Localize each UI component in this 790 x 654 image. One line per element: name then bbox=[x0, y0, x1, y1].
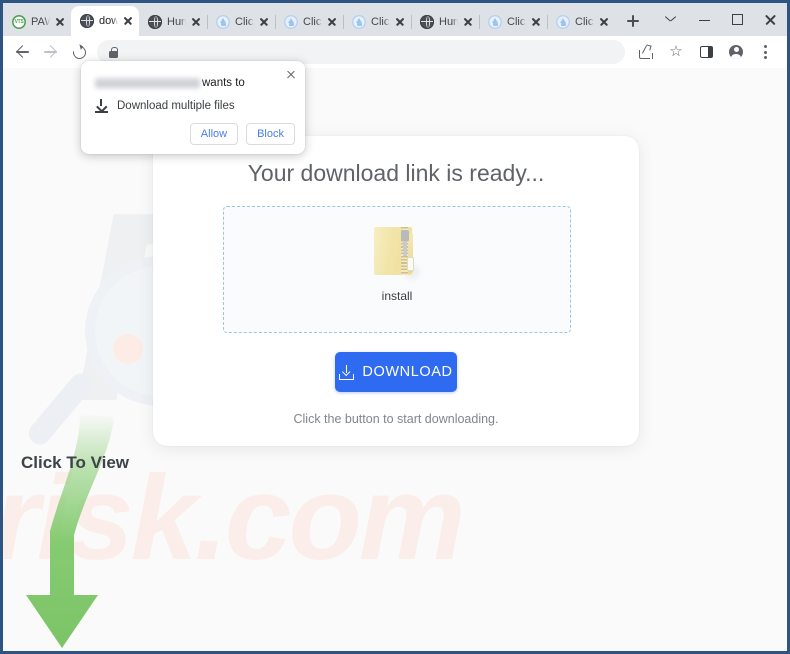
browser-window: VTS PAW dowlo Huma Click Click bbox=[0, 0, 790, 654]
tab-click-4[interactable]: Click bbox=[479, 7, 547, 36]
close-icon[interactable] bbox=[283, 67, 299, 83]
lock-icon bbox=[109, 46, 118, 58]
share-button[interactable] bbox=[633, 39, 659, 65]
forward-button[interactable] bbox=[38, 39, 64, 65]
tab-separator bbox=[275, 15, 276, 29]
tab-strip: VTS PAW dowlo Huma Click Click bbox=[3, 3, 787, 36]
tab-close-icon[interactable] bbox=[461, 15, 475, 29]
file-dropzone[interactable]: install bbox=[223, 206, 571, 333]
tab-search-button[interactable] bbox=[655, 4, 688, 36]
download-button[interactable]: DOWNLOAD bbox=[335, 352, 457, 392]
tab-title: Huma bbox=[167, 15, 186, 28]
block-button[interactable]: Block bbox=[246, 123, 295, 145]
permission-origin bbox=[95, 78, 200, 88]
tab-click-5[interactable]: Click bbox=[547, 7, 615, 36]
vts-green-icon: VTS bbox=[12, 14, 26, 29]
permission-request-text: Download multiple files bbox=[117, 100, 235, 112]
tab-title: Click bbox=[235, 15, 254, 28]
tab-separator bbox=[411, 15, 412, 29]
avatar-icon bbox=[729, 45, 743, 59]
side-panel-icon bbox=[700, 46, 713, 58]
globe-dark-icon bbox=[148, 14, 162, 29]
blue-arrow-icon bbox=[488, 14, 502, 29]
star-icon: ☆ bbox=[669, 43, 683, 60]
bookmark-button[interactable]: ☆ bbox=[663, 39, 689, 65]
blue-arrow-icon bbox=[216, 14, 230, 29]
allow-button[interactable]: Allow bbox=[189, 123, 239, 145]
download-card: Your download link is ready... install D… bbox=[153, 136, 639, 446]
download-tray-icon bbox=[339, 364, 355, 380]
tab-click-1[interactable]: Click bbox=[207, 7, 275, 36]
tab-close-icon[interactable] bbox=[529, 15, 543, 29]
permission-headline: wants to bbox=[95, 77, 277, 89]
tab-title: Click bbox=[371, 15, 390, 28]
tab-close-icon[interactable] bbox=[53, 15, 67, 29]
tab-close-icon[interactable] bbox=[257, 15, 271, 29]
blue-arrow-icon bbox=[352, 14, 366, 29]
tab-title: dowlo bbox=[99, 15, 118, 27]
tab-title: Click bbox=[575, 15, 594, 28]
globe-dark-icon bbox=[80, 14, 94, 28]
close-window-button[interactable] bbox=[754, 4, 787, 36]
tab-close-icon[interactable] bbox=[393, 15, 407, 29]
share-icon bbox=[639, 43, 653, 59]
chevron-down-icon bbox=[665, 16, 676, 22]
chrome-menu-button[interactable] bbox=[753, 39, 779, 65]
page-title: Your download link is ready... bbox=[247, 160, 545, 186]
permission-request-row: Download multiple files bbox=[95, 99, 295, 113]
tab-huma-1[interactable]: Huma bbox=[139, 7, 207, 36]
maximize-icon bbox=[732, 13, 743, 25]
maximize-button[interactable] bbox=[721, 4, 754, 36]
permission-actions: Allow Block bbox=[189, 123, 295, 145]
green-curved-arrow-icon bbox=[26, 413, 114, 648]
tab-separator bbox=[479, 15, 480, 29]
download-button-label: DOWNLOAD bbox=[362, 364, 453, 380]
profile-button[interactable] bbox=[723, 39, 749, 65]
minimize-button[interactable] bbox=[688, 4, 721, 36]
blue-arrow-icon bbox=[284, 14, 298, 29]
tab-title: Click bbox=[303, 15, 322, 28]
tab-separator bbox=[547, 15, 548, 29]
tab-close-icon[interactable] bbox=[189, 15, 203, 29]
tab-close-icon[interactable] bbox=[597, 15, 611, 29]
back-arrow-head-icon bbox=[16, 45, 29, 58]
permission-popup: wants to Download multiple files Allow B… bbox=[81, 61, 305, 154]
tab-dowlo-active[interactable]: dowlo bbox=[71, 6, 139, 36]
side-panel-button[interactable] bbox=[693, 39, 719, 65]
download-hint: Click the button to start downloading. bbox=[293, 412, 499, 426]
tab-separator bbox=[207, 15, 208, 29]
window-controls bbox=[655, 3, 787, 36]
permission-wants-to: wants to bbox=[202, 77, 245, 89]
tab-title: Click bbox=[507, 15, 526, 28]
tab-close-icon[interactable] bbox=[121, 14, 135, 28]
tab-click-2[interactable]: Click bbox=[275, 7, 343, 36]
blue-arrow-icon bbox=[556, 14, 570, 29]
tab-huma-2[interactable]: Huma bbox=[411, 7, 479, 36]
globe-dark-icon bbox=[420, 14, 434, 29]
tab-title: PAW bbox=[31, 15, 50, 28]
back-button[interactable] bbox=[10, 39, 36, 65]
click-to-view-label: Click To View bbox=[21, 453, 130, 472]
tab-close-icon[interactable] bbox=[325, 15, 339, 29]
page-content: PC risk.com Click To View bbox=[3, 68, 787, 651]
file-name-label: install bbox=[381, 289, 413, 303]
reload-icon bbox=[69, 42, 89, 62]
close-icon bbox=[765, 14, 776, 25]
tab-click-3[interactable]: Click bbox=[343, 7, 411, 36]
three-dots-icon bbox=[764, 45, 767, 59]
forward-arrow-head-icon bbox=[44, 45, 57, 58]
download-icon bbox=[95, 99, 108, 113]
tab-paw[interactable]: VTS PAW bbox=[3, 7, 71, 36]
new-tab-button[interactable] bbox=[619, 7, 647, 35]
tab-title: Huma bbox=[439, 15, 458, 28]
zip-folder-icon bbox=[374, 227, 420, 279]
tab-separator bbox=[343, 15, 344, 29]
minimize-icon bbox=[699, 19, 710, 21]
